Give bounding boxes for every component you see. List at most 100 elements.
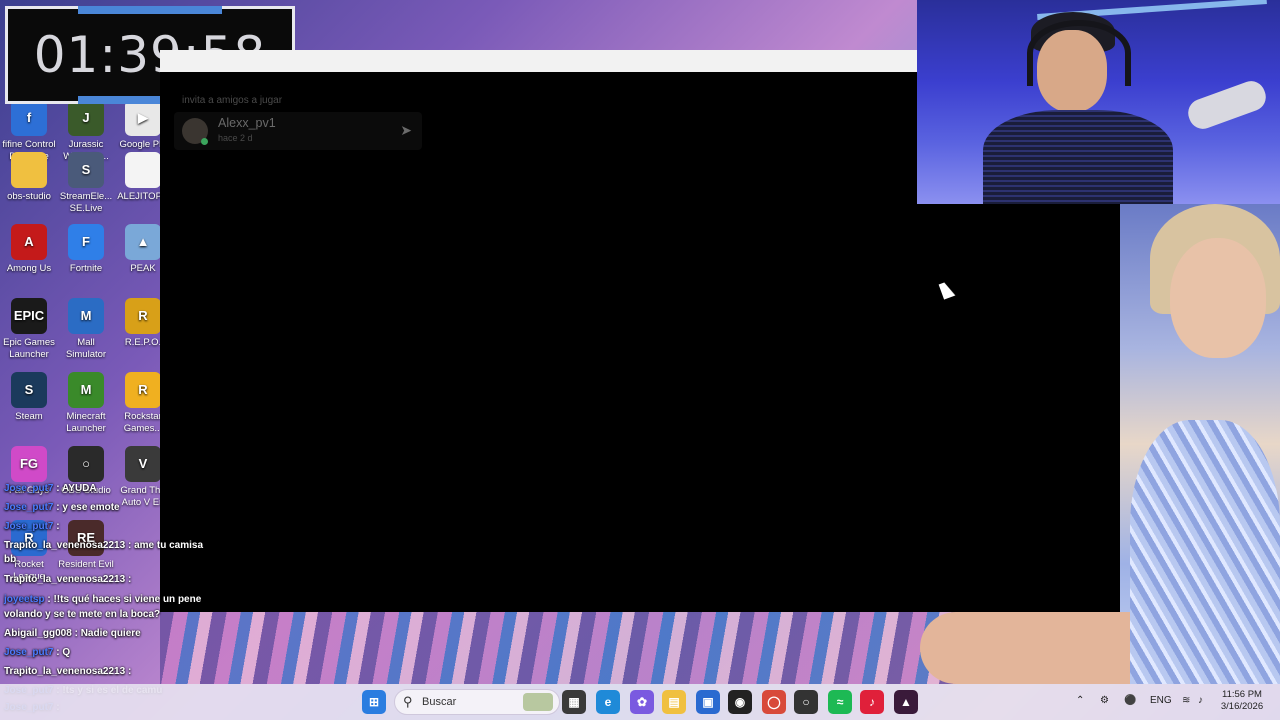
chat-message: Trapito_la_venenosa2213 : ame tu camisa — [4, 539, 203, 552]
fifine-icon: f — [11, 100, 47, 136]
friend-row[interactable]: Alexx_pv1 hace 2 d ➤ — [174, 112, 422, 150]
obs-folder-icon — [11, 152, 47, 188]
friend-name: Alexx_pv1 — [218, 116, 276, 130]
chat-username: volando y se te mete en la boca? — [4, 609, 161, 620]
epic-icon: EPIC — [11, 298, 47, 334]
desktop-icon-streamelements[interactable]: S StreamEle... SE.Live — [57, 152, 115, 215]
chat-text: : — [53, 521, 60, 532]
wifi-icon[interactable]: ≋ — [1182, 695, 1190, 706]
googleplay-icon: ▶ — [125, 100, 161, 136]
chat-username: Trapito_la_venenosa2213 — [4, 540, 126, 551]
desktop-icon-fortnite[interactable]: F Fortnite — [57, 224, 115, 275]
minecraft-icon: M — [68, 372, 104, 408]
chat-message: Trapito_la_venenosa2213 : — [4, 665, 131, 678]
chat-message: Abigail_gg008 : Nadie quiere — [4, 627, 141, 640]
taskbar: ⊞ ⚲ Buscar ▦ e ✿ ▤ ▣ ◉ ◯ ○ ≈ ♪ ▲ ⌃ ⚙ ⚫ E… — [0, 684, 1280, 720]
chat-text: : y ese emote — [53, 502, 120, 513]
mall-icon: M — [68, 298, 104, 334]
repo-icon: R — [125, 298, 161, 334]
clock[interactable]: 11:56 PM 3/16/2026 — [1212, 689, 1272, 713]
chat-username: Trapito_la_venenosa2213 — [4, 574, 126, 585]
chat-username: Jose_put7 — [4, 502, 54, 513]
desktop-icon-label: Minecraft Launcher — [66, 411, 106, 434]
chat-text: : Nadie quiere — [71, 628, 141, 639]
alejitopc-icon — [125, 152, 161, 188]
chat-text: : — [125, 666, 132, 677]
fallguys-icon: FG — [11, 446, 47, 482]
app-icon[interactable]: ▲ — [894, 690, 918, 714]
headset-icon — [1027, 20, 1131, 86]
desktop-icon-label: StreamEle... SE.Live — [59, 191, 113, 214]
desktop-icon-label: Among Us — [6, 263, 52, 274]
steam-icon: S — [11, 372, 47, 408]
chat-message: joyeetsp : !!ts qué haces si viene un pe… — [4, 593, 201, 606]
store-icon[interactable]: ▣ — [696, 690, 720, 714]
desktop-icon-label: Steam — [15, 411, 43, 422]
app-titlebar[interactable] — [160, 50, 917, 72]
chat-username: Trapito_la_venenosa2213 — [4, 666, 126, 677]
file-explorer-icon[interactable]: ▤ — [662, 690, 686, 714]
desktop-icon-mall[interactable]: M Mall Simulator — [57, 298, 115, 361]
start-button[interactable]: ⊞ — [362, 690, 386, 714]
chat-message: Jose_put7 : AYUDA — [4, 482, 97, 495]
chat-message: Jose_put7 : Q — [4, 646, 70, 659]
search-placeholder: Buscar — [422, 696, 457, 708]
gta-icon: V — [125, 446, 161, 482]
volume-icon[interactable]: ♪ — [1198, 695, 1203, 706]
desktop-icon-label: Epic Games Launcher — [3, 337, 55, 360]
chat-message: Trapito_la_venenosa2213 : — [4, 573, 131, 586]
chevron-up-icon[interactable]: ⌃ — [1076, 695, 1084, 706]
wallpaper-photo-dress — [1130, 420, 1280, 684]
chat-text: : Q — [53, 647, 71, 658]
tiktok-icon[interactable]: ♪ — [860, 690, 884, 714]
microphone-icon — [1184, 77, 1270, 133]
desktop-icon-label: Fortnite — [69, 263, 103, 274]
desktop-icon-minecraft[interactable]: M Minecraft Launcher — [57, 372, 115, 435]
desktop-icon-amongus[interactable]: A Among Us — [0, 224, 58, 275]
desktop-icon-label: Resident Evil — [58, 559, 114, 570]
obs-icon[interactable]: ○ — [794, 690, 818, 714]
chat-message: Jose_put7 : — [4, 520, 60, 533]
chrome-icon[interactable]: ◯ — [762, 690, 786, 714]
amongus-icon: A — [11, 224, 47, 260]
desktop-icon-epic[interactable]: EPIC Epic Games Launcher — [0, 298, 58, 361]
network-shield-icon[interactable]: ⚙ — [1100, 695, 1109, 706]
desktop-icon-label: Mall Simulator — [65, 337, 107, 360]
chat-username: Jose_put7 — [4, 647, 54, 658]
wallpaper-photo-face — [1170, 238, 1266, 358]
chat-username: bb — [4, 554, 17, 565]
chat-text: : — [125, 574, 132, 585]
chat-username: Abigail_gg008 — [4, 628, 72, 639]
arrow-right-icon[interactable]: ➤ — [400, 122, 412, 139]
clock-time: 11:56 PM — [1222, 689, 1262, 700]
copilot-icon[interactable]: ✿ — [630, 690, 654, 714]
peak-icon: ▲ — [125, 224, 161, 260]
webcam-person-shirt — [983, 110, 1173, 204]
timer-accent-top — [78, 6, 222, 14]
chat-message: bb — [4, 553, 16, 566]
alienware-icon[interactable]: ◉ — [728, 690, 752, 714]
desktop-icon-label: obs-studio — [7, 191, 51, 202]
wallpaper-photo-arm — [920, 612, 1130, 684]
edge-icon[interactable]: e — [596, 690, 620, 714]
obs-icon: ○ — [68, 446, 104, 482]
webcam-overlay — [917, 0, 1280, 204]
search-highlight-icon — [523, 693, 553, 711]
jurassic-icon: J — [68, 100, 104, 136]
spotify-icon[interactable]: ≈ — [828, 690, 852, 714]
chat-text: : AYUDA — [53, 483, 97, 494]
friend-panel: invita a amigos a jugar Alexx_pv1 hace 2… — [174, 95, 422, 150]
desktop-icon-obs-folder[interactable]: obs-studio — [0, 152, 58, 203]
rockstar-icon: R — [125, 372, 161, 408]
chat-text: : ame tu camisa — [125, 540, 203, 551]
microphone-tray-icon[interactable]: ⚫ — [1124, 695, 1136, 706]
chat-text: : !!ts qué haces si viene un pene — [44, 594, 202, 605]
search-box[interactable]: ⚲ Buscar — [394, 689, 560, 715]
chat-message: Jose_put7 : y ese emote — [4, 501, 120, 514]
clock-date: 3/16/2026 — [1220, 701, 1264, 712]
desktop-icon-steam[interactable]: S Steam — [0, 372, 58, 423]
search-icon: ⚲ — [403, 694, 413, 709]
chat-username: Jose_put7 — [4, 483, 54, 494]
task-view-icon[interactable]: ▦ — [562, 690, 586, 714]
language-indicator[interactable]: ENG — [1150, 695, 1172, 706]
